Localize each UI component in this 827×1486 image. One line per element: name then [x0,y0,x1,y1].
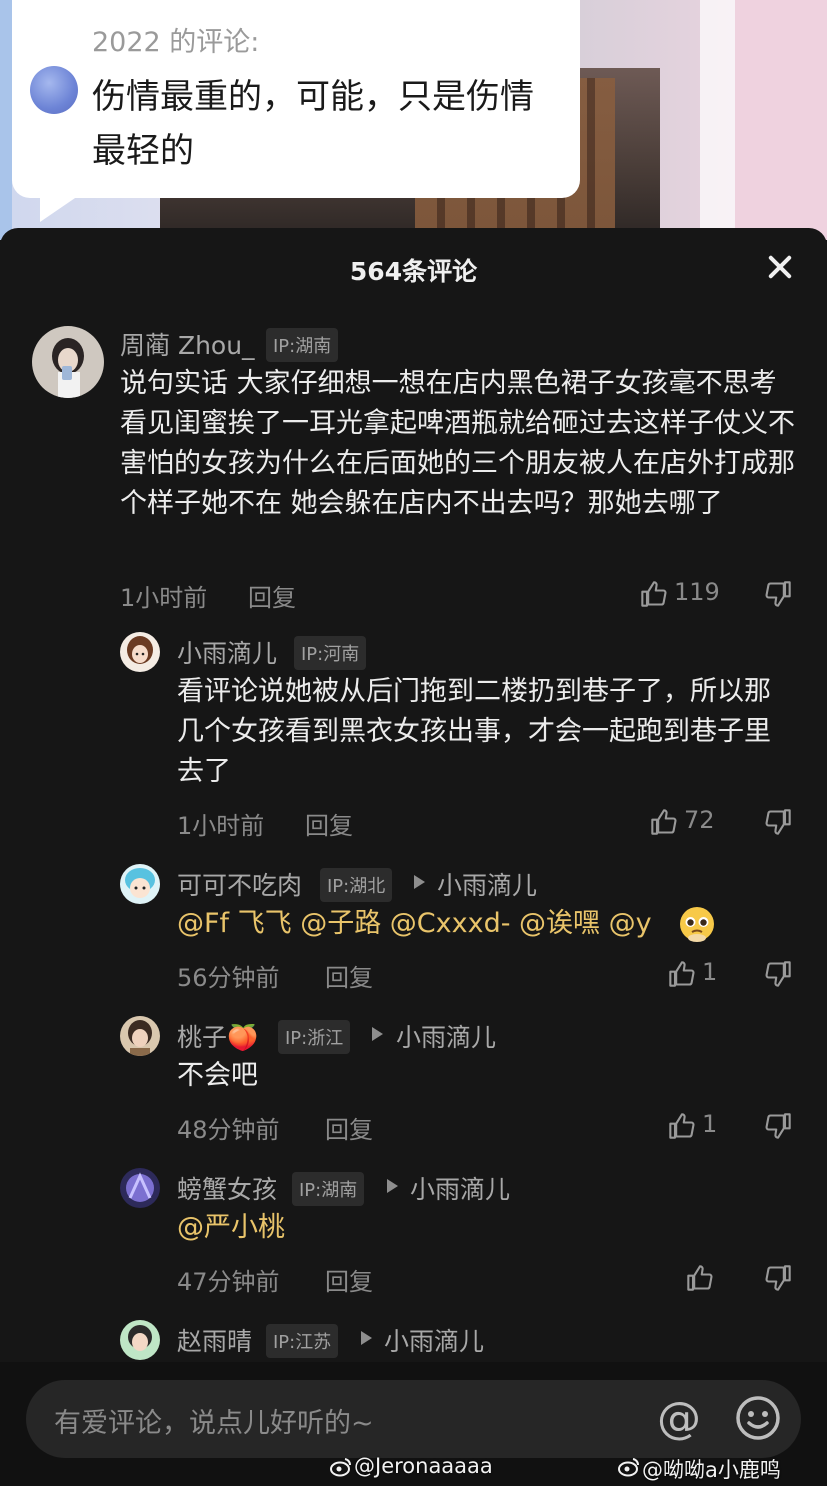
reply-to-username[interactable]: 小雨滴儿 [384,1322,484,1358]
quoted-comment-bubble: 2022 的评论: 伤情最重的，可能，只是伤情最轻的 [12,0,580,198]
reply-arrow-icon [387,1179,398,1193]
like-icon[interactable] [668,960,696,988]
comment-time: 48分钟前 [177,1116,280,1144]
weibo-icon [618,1458,640,1477]
reply-button[interactable]: 回复 [248,578,296,613]
reply-button[interactable]: 回复 [325,958,373,993]
video-strip-right [735,0,827,240]
bubble-tail [40,196,78,222]
reply-button[interactable]: 回复 [305,806,353,841]
ip-badge: IP:河南 [294,636,367,670]
comments-sheet: 564条评论 周蔺 Zhou_ IP:湖南 说句实话 大家仔细想一想在店内黑色裙… [0,228,827,1486]
comment-time: 1小时前 [177,812,265,840]
reply-arrow-icon [372,1027,383,1041]
ip-badge: IP:湖北 [320,868,393,902]
like-count: 72 [684,806,715,834]
like-count: 1 [702,1110,718,1138]
like-count: 119 [674,578,720,606]
mention-button[interactable]: @ [654,1394,704,1444]
dislike-icon[interactable] [764,1112,792,1140]
ip-badge: IP:湖南 [292,1172,365,1206]
reply-to-username[interactable]: 小雨滴儿 [396,1018,496,1054]
quoted-comment-text: 伤情最重的，可能，只是伤情最轻的 [92,77,534,171]
reply-button[interactable]: 回复 [325,1262,373,1297]
watermark-left: @Jeronaaaaa [354,1454,493,1478]
comment-text[interactable]: @严小桃 [177,1208,777,1248]
comment-username[interactable]: 可可不吃肉 [177,866,302,902]
avatar[interactable] [32,326,104,398]
emoji-icon[interactable] [734,1394,782,1442]
comments-count-title: 564条评论 [349,257,478,286]
comment-time: 47分钟前 [177,1268,280,1296]
reply-arrow-icon [361,1331,372,1345]
reply-arrow-icon [414,875,425,889]
pleading-emoji-icon [680,907,714,942]
comment-time: 1小时前 [120,584,208,612]
comment-text: 看评论说她被从后门拖到二楼扔到巷子了，所以那几个女孩看到黑衣女孩出事，才会一起跑… [177,676,771,787]
video-strip-right-light [700,0,738,240]
comment-input-placeholder: 有爱评论，说点儿好听的~ [54,1408,374,1439]
close-icon[interactable] [762,250,798,286]
like-count: 1 [702,958,718,986]
comment-text: 不会吧 [177,1060,258,1091]
weibo-icon [330,1458,352,1477]
comment-username[interactable]: 桃子🍑 [177,1018,258,1054]
dislike-icon[interactable] [764,960,792,988]
comment-text[interactable]: @Ff 飞飞 @子路 @Cxxxd- @诶嘿 @y [177,904,697,944]
quoted-avatar [30,66,78,114]
comment-input[interactable]: 有爱评论，说点儿好听的~ @ [26,1380,801,1458]
quoted-year-label: 2022 的评论: [92,27,260,58]
like-icon[interactable] [650,808,678,836]
dislike-icon[interactable] [764,1264,792,1292]
comment-username[interactable]: 赵雨晴 [177,1322,252,1358]
reply-button[interactable]: 回复 [325,1110,373,1145]
video-strip-left [0,0,12,240]
like-icon[interactable] [640,580,668,608]
reply-to-username[interactable]: 小雨滴儿 [437,866,537,902]
avatar[interactable] [120,1320,160,1360]
comment-text: 说句实话 大家仔细想一想在店内黑色裙子女孩毫不思考 看见闺蜜挨了一耳光拿起啤酒瓶… [120,368,795,519]
ip-badge: IP:浙江 [278,1020,351,1054]
avatar[interactable] [120,864,160,904]
comment-time: 56分钟前 [177,964,280,992]
comment-username[interactable]: 周蔺 Zhou_ [120,326,255,362]
avatar[interactable] [120,1168,160,1208]
ip-badge: IP:江苏 [266,1324,339,1358]
watermark-right: @呦呦a小鹿鸣 [642,1458,781,1482]
like-icon[interactable] [686,1264,714,1292]
comment-username[interactable]: 螃蟹女孩 [177,1170,277,1206]
avatar[interactable] [120,1016,160,1056]
reply-to-username[interactable]: 小雨滴儿 [410,1170,510,1206]
ip-badge: IP:湖南 [266,328,339,362]
dislike-icon[interactable] [764,580,792,608]
avatar[interactable] [120,632,160,672]
comment-username[interactable]: 小雨滴儿 [177,634,277,670]
dislike-icon[interactable] [764,808,792,836]
like-icon[interactable] [668,1112,696,1140]
